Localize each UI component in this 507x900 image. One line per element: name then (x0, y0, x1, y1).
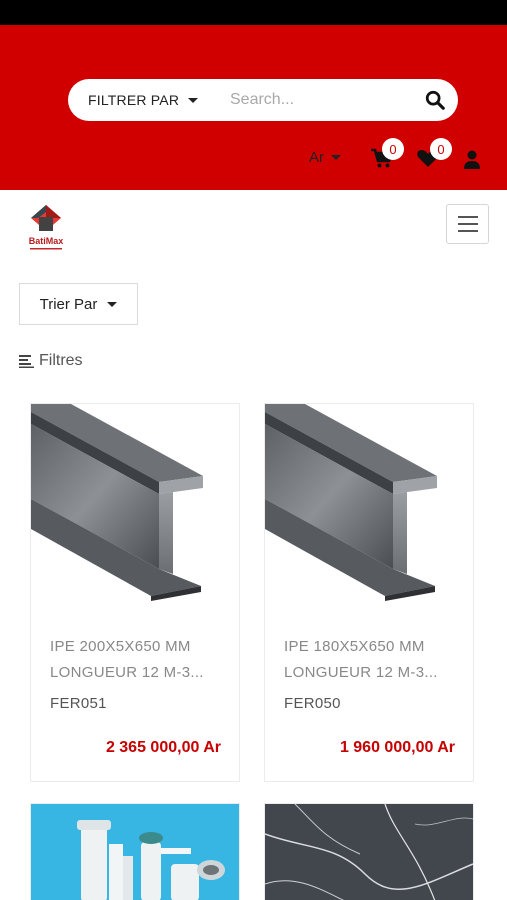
product-name-line: IPE 200X5X650 MM (50, 638, 191, 655)
marble-tile-image (265, 804, 473, 900)
product-reference: FER050 (284, 695, 341, 712)
search-bar: FILTRER PAR (68, 79, 458, 121)
filter-by-label: FILTRER PAR (88, 92, 180, 108)
currency-label: Ar (309, 149, 324, 166)
product-name[interactable]: IPE 200X5X650 MM LONGUEUR 12 M-3... (50, 634, 225, 686)
product-price: 2 365 000,00 Ar (105, 739, 221, 756)
product-price: 1 960 000,00 Ar (339, 739, 455, 756)
top-header: FILTRER PAR Ar 0 0 (0, 25, 507, 190)
product-image[interactable] (31, 404, 239, 609)
caret-down-icon (188, 97, 199, 103)
steel-beam-image (31, 404, 203, 601)
filters-label: Filtres (39, 352, 83, 369)
product-name-line: LONGUEUR 12 M-3... (284, 664, 438, 681)
navbar: BatiMax (0, 190, 507, 265)
filter-lines-icon (19, 355, 34, 368)
product-image[interactable] (265, 804, 473, 900)
wishlist-count-badge: 0 (430, 138, 452, 160)
product-card[interactable] (264, 803, 474, 900)
product-image[interactable] (265, 404, 473, 609)
filter-by-dropdown[interactable]: FILTRER PAR (88, 79, 199, 121)
sort-dropdown-button[interactable]: Trier Par (19, 283, 138, 325)
product-name[interactable]: IPE 180X5X650 MM LONGUEUR 12 M-3... (284, 634, 459, 686)
product-name-line: LONGUEUR 12 M-3... (50, 664, 204, 681)
product-name-line: IPE 180X5X650 MM (284, 638, 425, 655)
menu-icon-bar (457, 216, 478, 218)
logo-text: BatiMax (29, 236, 64, 246)
sort-label: Trier Par (39, 295, 98, 313)
product-image[interactable] (31, 804, 239, 900)
product-card[interactable]: IPE 200X5X650 MM LONGUEUR 12 M-3... FER0… (30, 403, 240, 782)
caret-down-icon (331, 155, 341, 160)
cart-count-badge: 0 (382, 138, 404, 160)
header-icons: Ar 0 0 (0, 135, 507, 175)
user-icon[interactable] (459, 147, 485, 173)
search-icon[interactable] (424, 89, 446, 111)
product-card[interactable] (30, 803, 240, 900)
menu-icon-bar (457, 230, 478, 232)
steel-beam-image (265, 404, 437, 601)
product-card[interactable]: IPE 180X5X650 MM LONGUEUR 12 M-3... FER0… (264, 403, 474, 782)
status-bar (0, 0, 507, 25)
currency-dropdown[interactable]: Ar (309, 149, 341, 166)
product-reference: FER051 (50, 695, 107, 712)
caret-down-icon (107, 301, 118, 307)
search-input[interactable] (230, 87, 410, 113)
menu-toggle-button[interactable] (446, 204, 489, 244)
plumbing-parts-image (31, 804, 239, 900)
menu-icon-bar (457, 223, 478, 225)
filters-toggle[interactable]: Filtres (19, 350, 83, 372)
batimax-logo[interactable]: BatiMax (26, 203, 66, 253)
